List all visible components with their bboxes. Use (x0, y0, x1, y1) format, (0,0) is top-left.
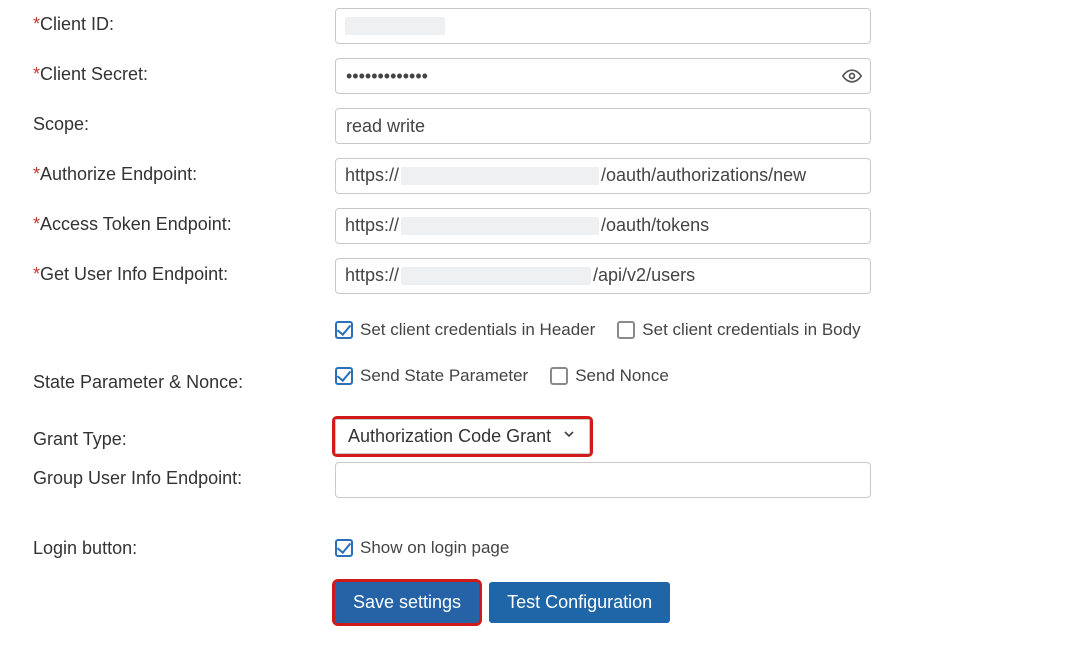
checkbox-icon (335, 321, 353, 339)
client-id-label: Client ID: (40, 14, 114, 34)
authorize-endpoint-input[interactable] (335, 158, 871, 194)
chevron-down-icon (561, 426, 577, 447)
row-scope: Scope: (33, 108, 1070, 144)
checkbox-icon (335, 367, 353, 385)
login-button-label: Login button: (33, 538, 137, 558)
authorize-endpoint-label: Authorize Endpoint: (40, 164, 197, 184)
required-asterisk: * (33, 164, 40, 184)
row-authorize-endpoint: *Authorize Endpoint: https:// /oauth/aut… (33, 158, 1070, 194)
row-login-button: Login button: Show on login page (33, 532, 1070, 562)
required-asterisk: * (33, 214, 40, 234)
userinfo-endpoint-label: Get User Info Endpoint: (40, 264, 228, 284)
group-endpoint-label: Group User Info Endpoint: (33, 468, 242, 488)
row-token-endpoint: *Access Token Endpoint: https:// /oauth/… (33, 208, 1070, 244)
row-grant-type: Grant Type: Authorization Code Grant (33, 419, 1070, 454)
save-settings-button[interactable]: Save settings (335, 582, 479, 623)
client-secret-label: Client Secret: (40, 64, 148, 84)
row-state-nonce: State Parameter & Nonce: Send State Para… (33, 366, 1070, 393)
button-row: Save settings Test Configuration (335, 582, 1070, 623)
grant-type-select[interactable]: Authorization Code Grant (335, 419, 590, 454)
scope-input[interactable] (335, 108, 871, 144)
userinfo-endpoint-input[interactable] (335, 258, 871, 294)
required-asterisk: * (33, 264, 40, 284)
send-state-checkbox[interactable]: Send State Parameter (335, 366, 528, 386)
test-configuration-button[interactable]: Test Configuration (489, 582, 670, 623)
cred-header-checkbox[interactable]: Set client credentials in Header (335, 320, 595, 340)
row-userinfo-endpoint: *Get User Info Endpoint: https:// /api/v… (33, 258, 1070, 294)
row-cred-location: Set client credentials in Header Set cli… (33, 320, 1070, 340)
grant-type-value: Authorization Code Grant (348, 426, 551, 447)
redacted-block (345, 17, 445, 35)
token-endpoint-label: Access Token Endpoint: (40, 214, 232, 234)
client-secret-input[interactable] (335, 58, 871, 94)
cred-body-checkbox[interactable]: Set client credentials in Body (617, 320, 860, 340)
checkbox-icon (335, 539, 353, 557)
state-nonce-label: State Parameter & Nonce: (33, 372, 243, 392)
send-nonce-checkbox[interactable]: Send Nonce (550, 366, 669, 386)
reveal-password-icon[interactable] (841, 65, 863, 87)
grant-type-label: Grant Type: (33, 429, 127, 449)
group-endpoint-input[interactable] (335, 462, 871, 498)
required-asterisk: * (33, 14, 40, 34)
token-endpoint-input[interactable] (335, 208, 871, 244)
scope-label: Scope: (33, 114, 89, 134)
checkbox-icon (617, 321, 635, 339)
show-on-login-checkbox[interactable]: Show on login page (335, 538, 509, 558)
row-client-id: *Client ID: (33, 8, 1070, 44)
checkbox-icon (550, 367, 568, 385)
row-group-endpoint: Group User Info Endpoint: (33, 462, 1070, 498)
row-client-secret: *Client Secret: (33, 58, 1070, 94)
required-asterisk: * (33, 64, 40, 84)
